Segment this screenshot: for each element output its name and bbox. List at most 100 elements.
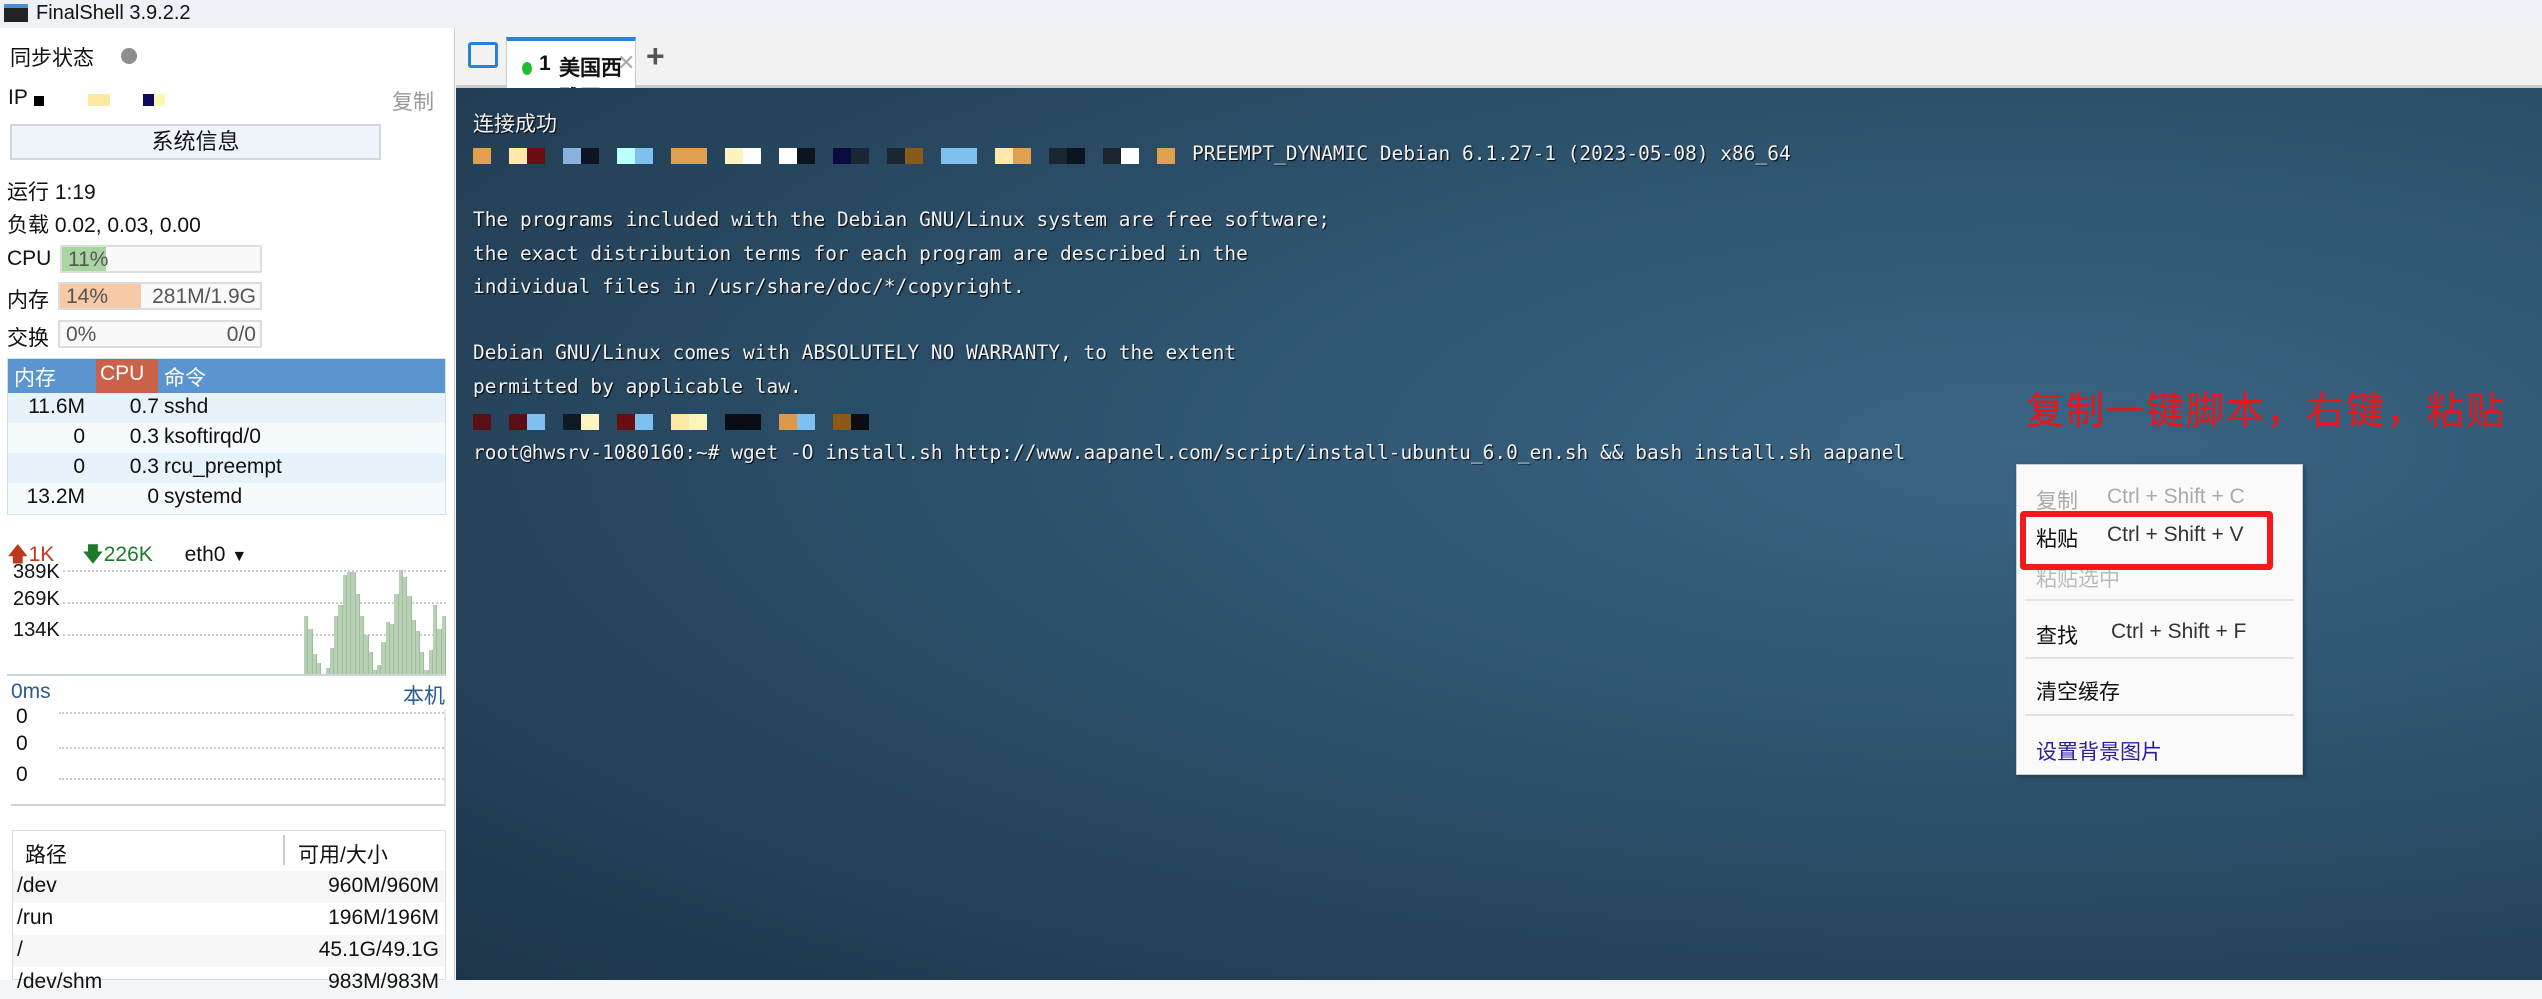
- memory-percent: 14%: [66, 285, 109, 308]
- mosaic-block: [779, 148, 797, 164]
- copy-ip-button[interactable]: 复制: [392, 86, 434, 116]
- column-header-command[interactable]: 命令: [164, 362, 206, 392]
- mosaic-block: [833, 148, 851, 164]
- network-bar: [441, 616, 446, 674]
- disk-row[interactable]: / 45.1G/49.1G: [13, 935, 445, 967]
- mosaic-block: [689, 148, 707, 164]
- swap-label: 交换: [7, 327, 49, 350]
- mosaic-block: [563, 148, 581, 164]
- mosaic-block: [473, 148, 491, 164]
- disk-row[interactable]: /run 196M/196M: [13, 903, 445, 935]
- interface-name: eth0: [184, 543, 226, 566]
- ping-chart: 0 0 0: [11, 705, 446, 806]
- menu-item-find[interactable]: 查找: [2036, 620, 2078, 650]
- mosaic-block: [509, 414, 527, 430]
- menu-separator: [2025, 657, 2294, 659]
- ping-host[interactable]: 本机: [403, 680, 445, 710]
- network-tick: 134K: [13, 619, 60, 641]
- sync-status-label: 同步状态: [10, 47, 94, 70]
- mosaic-block: [509, 148, 527, 164]
- ping-tick: 0: [16, 732, 28, 755]
- mosaic-block: [851, 148, 869, 164]
- network-tick: 269K: [13, 588, 60, 610]
- redacted-text: [473, 148, 1175, 164]
- mosaic-block: [1085, 148, 1103, 164]
- terminal-prompt-line: root@hwsrv-1080160:~# wget -O install.sh…: [473, 441, 1906, 464]
- mosaic-block: [1049, 148, 1067, 164]
- process-memory: 13.2M: [26, 485, 85, 508]
- disk-path: /: [17, 938, 23, 961]
- swap-amount: 0/0: [226, 323, 256, 346]
- close-tab-icon[interactable]: ✕: [617, 50, 635, 76]
- mosaic-block: [581, 414, 599, 430]
- column-header-cpu[interactable]: CPU: [96, 359, 158, 393]
- mosaic-block: [707, 148, 725, 164]
- redacted-ip: [88, 94, 110, 106]
- mosaic-block: [743, 148, 761, 164]
- mosaic-block: [545, 414, 563, 430]
- mosaic-block: [959, 148, 977, 164]
- mosaic-block: [725, 148, 743, 164]
- process-command: ksoftirqd/0: [164, 425, 261, 448]
- mosaic-block: [707, 414, 725, 430]
- column-header-available[interactable]: 可用/大小: [298, 839, 388, 869]
- mosaic-block: [869, 148, 887, 164]
- disk-row[interactable]: /dev/shm 983M/983M: [13, 967, 445, 999]
- process-cpu: 0.3: [129, 425, 159, 448]
- process-row[interactable]: 11.6M 0.7 sshd: [8, 393, 445, 423]
- mosaic-block: [545, 148, 563, 164]
- mosaic-block: [833, 414, 851, 430]
- redacted-ip: [143, 94, 165, 106]
- disk-path: /run: [17, 906, 54, 929]
- folder-icon[interactable]: [468, 42, 498, 68]
- disk-usage: 45.1G/49.1G: [318, 938, 439, 961]
- mosaic-block: [689, 414, 707, 430]
- process-row[interactable]: 0 0.3 rcu_preempt: [8, 453, 445, 483]
- column-header-memory[interactable]: 内存: [14, 362, 56, 392]
- process-row[interactable]: 0 0.3 ksoftirqd/0: [8, 423, 445, 453]
- memory-amount: 281M/1.9G: [152, 285, 256, 308]
- mosaic-block: [923, 148, 941, 164]
- mosaic-block: [653, 148, 671, 164]
- process-cpu: 0: [147, 485, 159, 508]
- uptime: 运行 1:19: [7, 181, 96, 204]
- mosaic-block: [1067, 148, 1085, 164]
- mosaic-block: [599, 148, 617, 164]
- mosaic-block: [635, 148, 653, 164]
- memory-usage-bar: 14% 281M/1.9G: [58, 282, 262, 310]
- disk-row[interactable]: /dev 960M/960M: [13, 871, 445, 903]
- disk-path: /dev: [17, 874, 57, 897]
- mosaic-block: [779, 414, 797, 430]
- ping-latency: 0ms: [11, 680, 51, 703]
- new-tab-plus-icon[interactable]: +: [646, 38, 665, 75]
- mosaic-block: [473, 414, 491, 430]
- process-table: 内存 CPU 命令 11.6M 0.7 sshd 0 0.3 ksoftirqd/…: [7, 358, 446, 515]
- mosaic-block: [491, 414, 509, 430]
- process-row[interactable]: 13.2M 0 systemd: [8, 483, 445, 513]
- mosaic-block: [1157, 148, 1175, 164]
- disk-table: 路径 可用/大小 /dev 960M/960M/run 196M/196M/ 4…: [12, 830, 446, 993]
- menu-item-clear-cache[interactable]: 清空缓存: [2036, 676, 2120, 706]
- process-command: sshd: [164, 395, 209, 418]
- swap-percent: 0%: [66, 323, 97, 346]
- ping-tick: 0: [16, 705, 28, 728]
- swap-usage-bar: 0% 0/0: [58, 320, 262, 348]
- system-info-button[interactable]: 系统信息: [10, 124, 381, 160]
- mosaic-block: [797, 414, 815, 430]
- mosaic-block: [977, 148, 995, 164]
- interface-select[interactable]: eth0 ▼: [185, 543, 248, 566]
- mosaic-block: [887, 148, 905, 164]
- process-memory: 0: [73, 425, 85, 448]
- disk-table-header: 路径 可用/大小: [13, 831, 445, 871]
- mosaic-block: [761, 148, 779, 164]
- network-tick: 389K: [13, 561, 60, 583]
- network-chart: 389K 269K 134K: [7, 561, 446, 676]
- mosaic-block: [797, 148, 815, 164]
- menu-item-set-background[interactable]: 设置背景图片: [2036, 736, 2162, 766]
- cpu-usage-bar: 11%: [60, 245, 262, 273]
- load-average: 负载 0.02, 0.03, 0.00: [7, 214, 201, 237]
- mosaic-block: [905, 148, 923, 164]
- mosaic-block: [761, 414, 779, 430]
- column-header-path[interactable]: 路径: [25, 839, 67, 869]
- tab-session[interactable]: 1 美国西雅图 ✕: [506, 37, 636, 110]
